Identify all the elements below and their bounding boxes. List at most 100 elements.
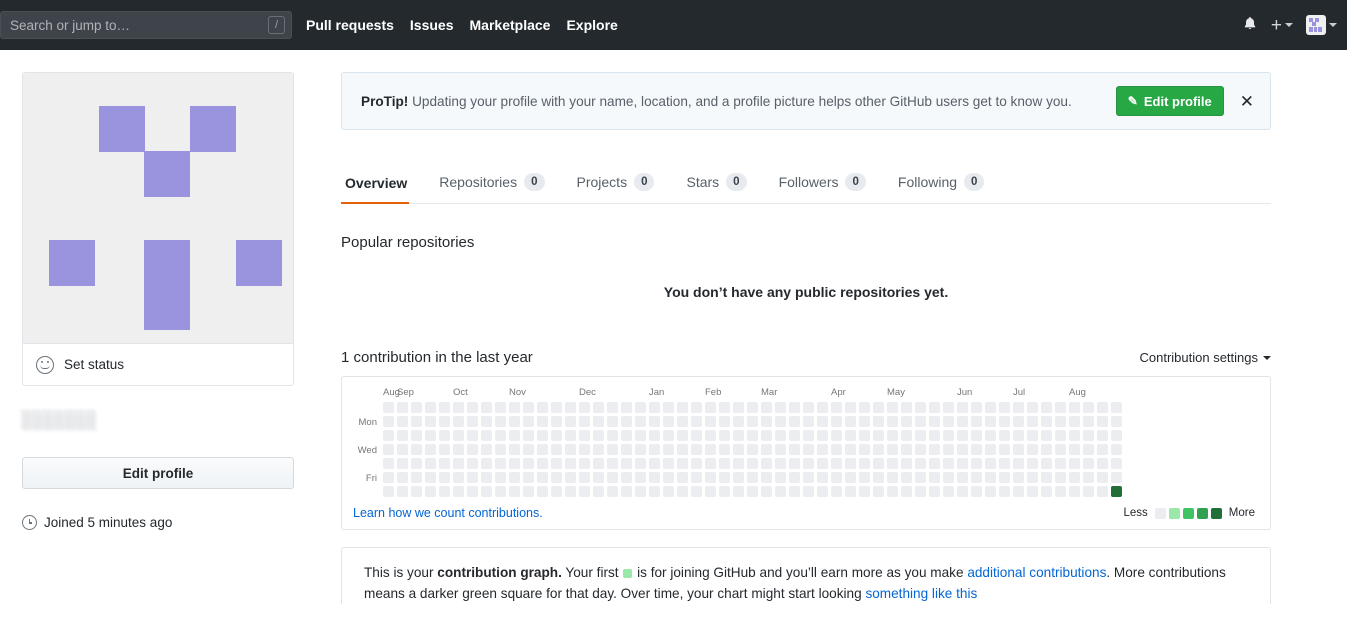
contribution-day-cell[interactable] <box>803 402 814 413</box>
contribution-day-cell[interactable] <box>1083 472 1094 483</box>
contribution-day-cell[interactable] <box>439 486 450 497</box>
contribution-day-cell[interactable] <box>873 472 884 483</box>
contribution-day-cell[interactable] <box>831 486 842 497</box>
contribution-day-cell[interactable] <box>523 472 534 483</box>
contribution-day-cell[interactable] <box>607 486 618 497</box>
contribution-day-cell[interactable] <box>943 444 954 455</box>
contribution-day-cell[interactable] <box>509 402 520 413</box>
contribution-day-cell[interactable] <box>859 444 870 455</box>
contribution-day-cell[interactable] <box>999 472 1010 483</box>
contribution-day-cell[interactable] <box>1111 472 1122 483</box>
contribution-day-cell[interactable] <box>957 472 968 483</box>
contribution-day-cell[interactable] <box>901 416 912 427</box>
contribution-day-cell[interactable] <box>495 444 506 455</box>
contribution-day-cell[interactable] <box>663 444 674 455</box>
contribution-day-cell[interactable] <box>1069 486 1080 497</box>
contribution-day-cell[interactable] <box>1027 430 1038 441</box>
contribution-day-cell[interactable] <box>691 444 702 455</box>
contribution-day-cell[interactable] <box>523 430 534 441</box>
contribution-day-cell[interactable] <box>397 444 408 455</box>
contribution-day-cell[interactable] <box>1041 430 1052 441</box>
contribution-day-cell[interactable] <box>635 472 646 483</box>
contribution-day-cell[interactable] <box>747 416 758 427</box>
contribution-day-cell[interactable] <box>677 416 688 427</box>
contribution-day-cell[interactable] <box>943 416 954 427</box>
contribution-day-cell[interactable] <box>887 444 898 455</box>
contribution-day-cell[interactable] <box>733 458 744 469</box>
contribution-day-cell[interactable] <box>1083 444 1094 455</box>
contribution-day-cell[interactable] <box>999 402 1010 413</box>
contribution-day-cell[interactable] <box>873 458 884 469</box>
contribution-day-cell[interactable] <box>943 486 954 497</box>
contribution-day-cell[interactable] <box>747 402 758 413</box>
contribution-day-cell[interactable] <box>803 472 814 483</box>
contribution-day-cell[interactable] <box>719 402 730 413</box>
contribution-day-cell[interactable] <box>817 458 828 469</box>
contribution-day-cell[interactable] <box>971 416 982 427</box>
contribution-day-cell[interactable] <box>439 458 450 469</box>
contribution-day-cell[interactable] <box>831 402 842 413</box>
contribution-day-cell[interactable] <box>467 472 478 483</box>
contribution-day-cell[interactable] <box>411 458 422 469</box>
contribution-day-cell[interactable] <box>747 458 758 469</box>
contribution-day-cell[interactable] <box>859 402 870 413</box>
contribution-day-cell[interactable] <box>1069 472 1080 483</box>
contribution-day-cell[interactable] <box>1013 458 1024 469</box>
contribution-day-cell[interactable] <box>383 444 394 455</box>
contribution-day-cell[interactable] <box>635 402 646 413</box>
contribution-day-cell[interactable] <box>397 416 408 427</box>
contribution-day-cell[interactable] <box>411 472 422 483</box>
contribution-day-cell[interactable] <box>761 402 772 413</box>
contribution-day-cell[interactable] <box>733 430 744 441</box>
contribution-day-cell[interactable] <box>733 416 744 427</box>
contribution-day-cell[interactable] <box>915 402 926 413</box>
contribution-day-cell[interactable] <box>803 430 814 441</box>
contribution-day-cell[interactable] <box>1041 416 1052 427</box>
contribution-day-cell[interactable] <box>999 416 1010 427</box>
contribution-day-cell[interactable] <box>943 458 954 469</box>
contribution-day-cell[interactable] <box>495 430 506 441</box>
contribution-day-cell[interactable] <box>663 458 674 469</box>
contribution-day-cell[interactable] <box>453 430 464 441</box>
contribution-day-cell[interactable] <box>761 444 772 455</box>
contribution-day-cell[interactable] <box>1083 430 1094 441</box>
contribution-day-cell[interactable] <box>509 444 520 455</box>
contribution-day-cell[interactable] <box>803 458 814 469</box>
contribution-day-cell[interactable] <box>887 486 898 497</box>
contribution-day-cell[interactable] <box>747 430 758 441</box>
contribution-day-cell[interactable] <box>817 416 828 427</box>
contribution-day-cell[interactable] <box>397 430 408 441</box>
contribution-day-cell[interactable] <box>1013 486 1024 497</box>
contribution-day-cell[interactable] <box>579 416 590 427</box>
contribution-day-cell[interactable] <box>523 402 534 413</box>
contribution-day-cell[interactable] <box>1097 416 1108 427</box>
contribution-day-cell[interactable] <box>411 486 422 497</box>
contribution-day-cell[interactable] <box>1041 472 1052 483</box>
contribution-day-cell[interactable] <box>1013 472 1024 483</box>
contribution-day-cell[interactable] <box>397 458 408 469</box>
contribution-day-cell[interactable] <box>775 486 786 497</box>
contribution-day-cell[interactable] <box>593 486 604 497</box>
contribution-day-cell[interactable] <box>915 430 926 441</box>
contribution-day-cell[interactable] <box>467 486 478 497</box>
contribution-day-cell[interactable] <box>705 416 716 427</box>
contribution-day-cell[interactable] <box>691 430 702 441</box>
contribution-day-cell[interactable] <box>761 458 772 469</box>
contribution-day-cell[interactable] <box>1083 416 1094 427</box>
contribution-day-cell[interactable] <box>453 402 464 413</box>
contribution-day-cell[interactable] <box>705 458 716 469</box>
contribution-day-cell[interactable] <box>1111 458 1122 469</box>
contribution-day-cell[interactable] <box>453 472 464 483</box>
contribution-day-cell[interactable] <box>831 430 842 441</box>
user-menu[interactable] <box>1306 15 1337 35</box>
contribution-day-cell[interactable] <box>579 472 590 483</box>
contribution-day-cell[interactable] <box>1111 430 1122 441</box>
contribution-day-cell[interactable] <box>649 486 660 497</box>
contribution-day-cell[interactable] <box>495 402 506 413</box>
contribution-day-cell[interactable] <box>1041 444 1052 455</box>
contribution-day-cell[interactable] <box>1055 472 1066 483</box>
contribution-day-cell[interactable] <box>761 430 772 441</box>
contribution-day-cell[interactable] <box>663 486 674 497</box>
contribution-day-cell[interactable] <box>593 458 604 469</box>
contribution-day-cell[interactable] <box>1027 416 1038 427</box>
